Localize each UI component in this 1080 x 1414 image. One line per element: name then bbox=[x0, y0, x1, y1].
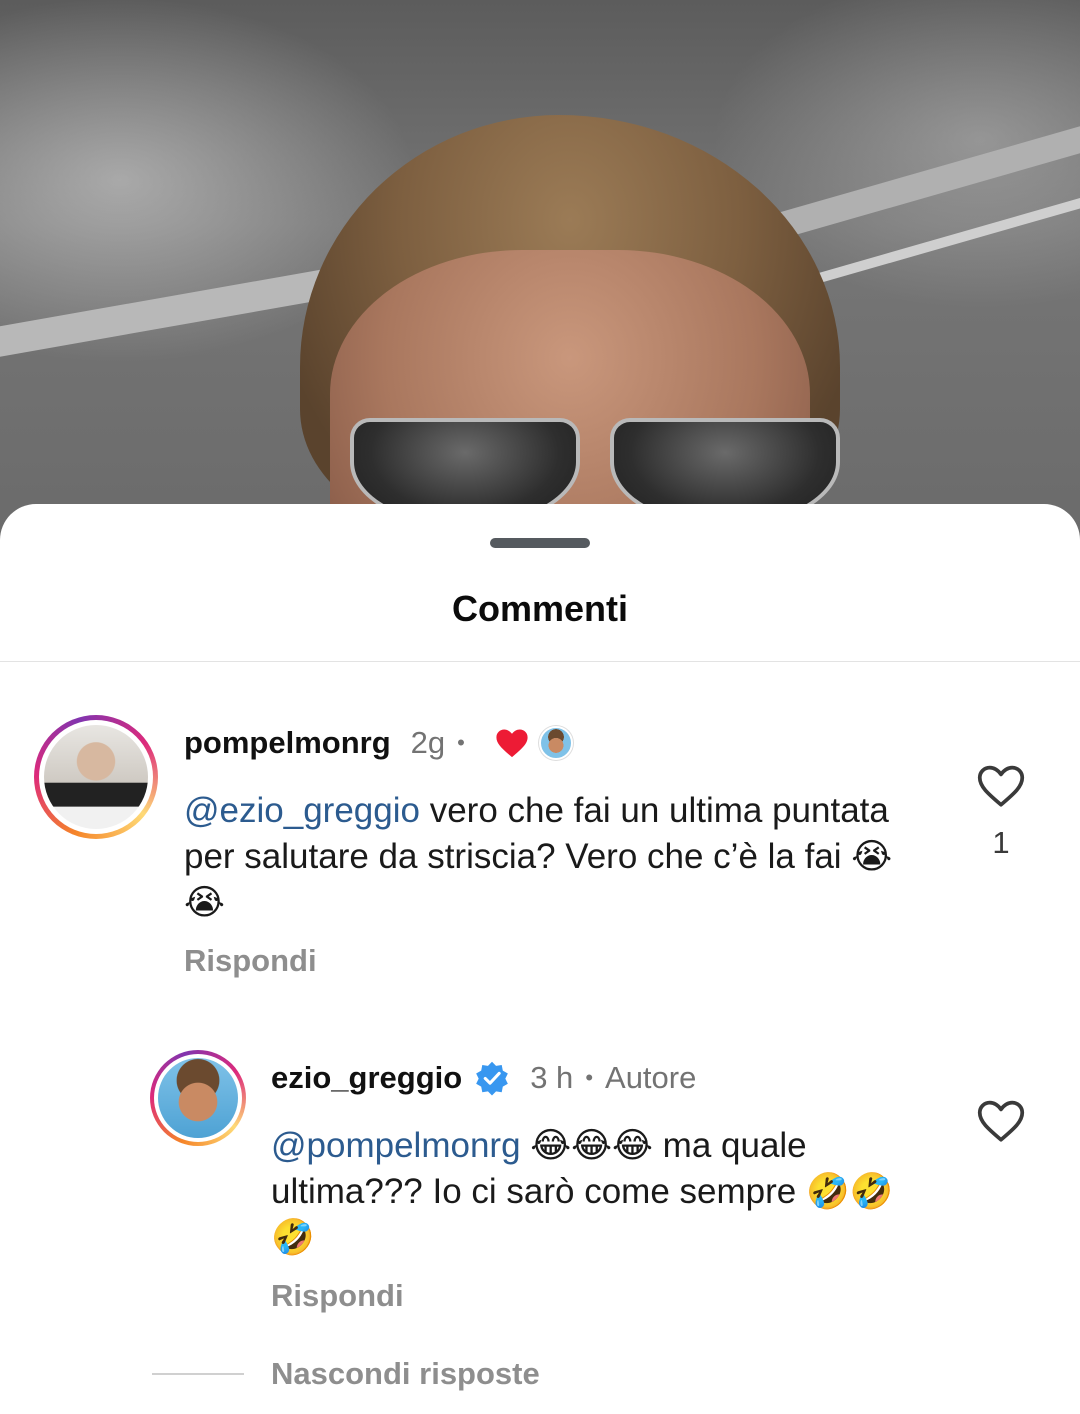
sheet-drag-handle[interactable] bbox=[490, 538, 590, 548]
heart-filled-icon bbox=[496, 729, 528, 758]
sheet-title: Commenti bbox=[451, 588, 628, 629]
reply-button[interactable]: Rispondi bbox=[184, 943, 317, 979]
author-badge: Autore bbox=[605, 1060, 697, 1095]
verified-badge-icon bbox=[476, 1061, 509, 1096]
comment-meta: pompelmonrg 2g • bbox=[184, 723, 573, 763]
divider bbox=[0, 661, 1080, 662]
avatar[interactable] bbox=[34, 715, 158, 839]
avatar-photo bbox=[44, 725, 148, 829]
comment-text: @pompelmonrg 😂😂😂 ma quale ultima??? Io c… bbox=[271, 1123, 931, 1261]
comment-username[interactable]: pompelmonrg bbox=[184, 725, 391, 761]
comment-meta: ezio_greggio 3 h • Autore bbox=[271, 1058, 696, 1098]
author-avatar-mini bbox=[538, 726, 573, 760]
avatar[interactable] bbox=[150, 1050, 246, 1146]
mention-link[interactable]: @pompelmonrg bbox=[271, 1126, 521, 1165]
comment-username[interactable]: ezio_greggio bbox=[271, 1060, 462, 1096]
heart-outline-icon[interactable] bbox=[976, 763, 1026, 809]
thread-line bbox=[152, 1373, 244, 1375]
comment-text: @ezio_greggio vero che fai un ultima pun… bbox=[184, 788, 924, 926]
comment-time: 3 h bbox=[530, 1060, 574, 1095]
like-count: 1 bbox=[992, 825, 1010, 860]
reply-button[interactable]: Rispondi bbox=[271, 1278, 404, 1314]
separator-dot: • bbox=[457, 730, 465, 755]
avatar-photo bbox=[158, 1058, 238, 1138]
comment-time: 2g bbox=[410, 725, 446, 760]
mention-link[interactable]: @ezio_greggio bbox=[184, 791, 420, 830]
separator-dot: • bbox=[585, 1065, 594, 1090]
hide-replies-button[interactable]: Nascondi risposte bbox=[271, 1356, 540, 1392]
heart-outline-icon[interactable] bbox=[976, 1098, 1026, 1144]
comments-sheet: Commenti bbox=[0, 504, 1080, 1414]
video-background bbox=[0, 0, 1080, 560]
